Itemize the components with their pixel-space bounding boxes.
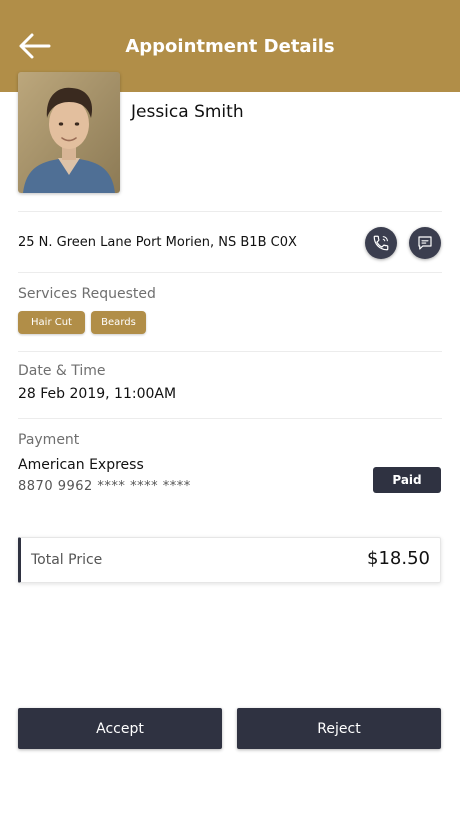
datetime-label: Date & Time — [18, 363, 106, 379]
avatar — [18, 72, 120, 193]
datetime-value: 28 Feb 2019, 11:00AM — [18, 386, 177, 402]
paid-badge: Paid — [373, 467, 441, 493]
accept-button[interactable]: Accept — [18, 708, 222, 749]
services-label: Services Requested — [18, 286, 156, 302]
user-photo — [18, 72, 120, 193]
divider — [18, 418, 442, 419]
service-chip-beards: Beards — [91, 311, 146, 334]
payment-label: Payment — [18, 432, 80, 448]
message-button[interactable] — [409, 227, 441, 259]
service-chip-haircut: Hair Cut — [18, 311, 85, 334]
call-button[interactable] — [365, 227, 397, 259]
phone-icon — [373, 235, 389, 251]
chat-icon — [418, 236, 432, 250]
total-price-label: Total Price — [31, 552, 103, 568]
card-number: 8870 9962 **** **** **** — [18, 479, 191, 494]
address-text: 25 N. Green Lane Port Morien, NS B1B C0X — [18, 235, 297, 250]
total-price-value: $18.50 — [367, 548, 430, 569]
client-name: Jessica Smith — [131, 102, 244, 122]
divider — [18, 211, 442, 212]
page-title: Appointment Details — [125, 36, 335, 57]
total-price-card: Total Price $18.50 — [18, 537, 441, 583]
reject-button[interactable]: Reject — [237, 708, 441, 749]
payment-method: American Express — [18, 457, 144, 473]
divider — [18, 272, 442, 273]
divider — [18, 351, 442, 352]
